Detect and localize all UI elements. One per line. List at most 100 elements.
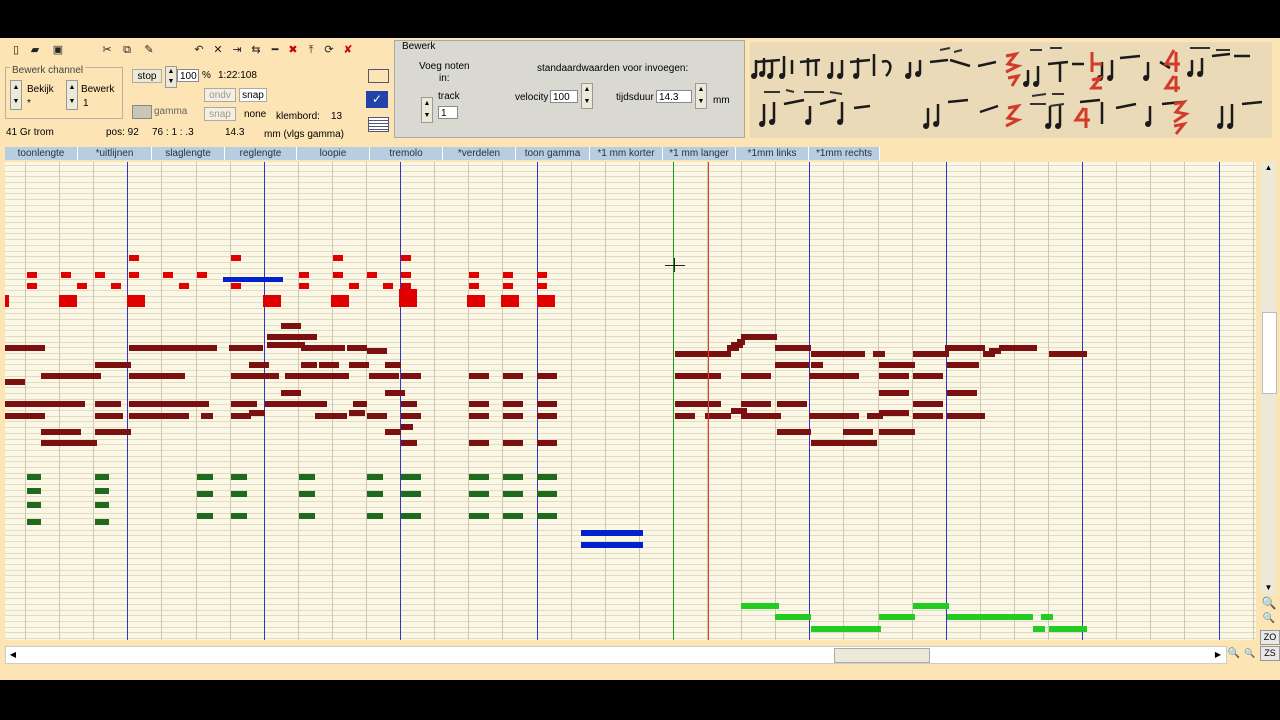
tab-1mm-links[interactable]: *1mm links: [736, 147, 809, 160]
brass-note[interactable]: [319, 345, 345, 351]
velocity-spinner[interactable]: ▲ ▼: [581, 83, 593, 109]
brass-note[interactable]: [129, 413, 189, 419]
woodwind-note[interactable]: [27, 519, 41, 525]
zoom-horizontal-out-icon[interactable]: 🔍: [1243, 648, 1257, 662]
brass-note[interactable]: [469, 413, 489, 419]
tab-loopie[interactable]: loopie: [297, 147, 370, 160]
brass-note[interactable]: [741, 413, 781, 419]
woodwind-note[interactable]: [299, 474, 315, 480]
brass-note[interactable]: [95, 401, 121, 407]
brass-note[interactable]: [809, 413, 859, 419]
brass-note[interactable]: [281, 390, 301, 396]
drum-note[interactable]: [27, 283, 37, 289]
brass-note[interactable]: [281, 323, 301, 329]
drum-note[interactable]: [367, 272, 377, 278]
lead-note[interactable]: [879, 614, 915, 620]
brass-note[interactable]: [537, 401, 557, 407]
brass-note[interactable]: [249, 345, 263, 351]
brass-note[interactable]: [5, 345, 45, 351]
drum-note[interactable]: [163, 272, 173, 278]
brass-note[interactable]: [367, 348, 387, 354]
brass-note[interactable]: [385, 390, 405, 396]
brass-note[interactable]: [231, 373, 251, 379]
brass-note[interactable]: [913, 351, 949, 357]
drum-note[interactable]: [299, 283, 309, 289]
woodwind-note[interactable]: [231, 491, 247, 497]
lead-note[interactable]: [811, 626, 881, 632]
drum-note[interactable]: [383, 283, 393, 289]
track-field[interactable]: 1: [438, 106, 458, 119]
brass-note[interactable]: [947, 390, 977, 396]
brass-note[interactable]: [129, 401, 209, 407]
brass-note[interactable]: [285, 373, 301, 379]
brass-note[interactable]: [775, 362, 809, 368]
zs-button[interactable]: ZS: [1260, 646, 1280, 661]
brass-note[interactable]: [675, 373, 721, 379]
woodwind-note[interactable]: [299, 491, 315, 497]
brass-note[interactable]: [267, 334, 299, 340]
drum-note[interactable]: [503, 272, 513, 278]
drum-note[interactable]: [127, 295, 145, 307]
drum-note[interactable]: [331, 295, 349, 307]
drum-note[interactable]: [231, 255, 241, 261]
brass-note[interactable]: [947, 362, 979, 368]
tab-reglengte[interactable]: reglengte: [225, 147, 297, 160]
selected-note[interactable]: [223, 277, 283, 282]
woodwind-note[interactable]: [401, 491, 421, 497]
brass-note[interactable]: [319, 362, 339, 368]
brass-note[interactable]: [5, 401, 45, 407]
drum-note[interactable]: [5, 295, 9, 307]
woodwind-note[interactable]: [537, 513, 557, 519]
scroll-up-arrow-icon[interactable]: ▲: [1261, 162, 1276, 174]
scroll-right-arrow-icon[interactable]: ▶: [1211, 647, 1225, 663]
woodwind-note[interactable]: [503, 513, 523, 519]
woodwind-note[interactable]: [27, 488, 41, 494]
lead-note[interactable]: [913, 603, 949, 609]
woodwind-note[interactable]: [95, 488, 109, 494]
snap-button[interactable]: snap: [239, 88, 267, 102]
lead-note[interactable]: [1033, 626, 1045, 632]
drum-note[interactable]: [129, 272, 139, 278]
insert-icon[interactable]: ⤒: [304, 43, 318, 57]
gamma-swatch[interactable]: [132, 105, 152, 119]
woodwind-note[interactable]: [503, 491, 523, 497]
brass-note[interactable]: [249, 373, 279, 379]
brass-note[interactable]: [95, 413, 123, 419]
brass-note[interactable]: [879, 362, 915, 368]
woodwind-note[interactable]: [503, 474, 523, 480]
brass-note[interactable]: [401, 440, 417, 446]
drum-note[interactable]: [59, 295, 77, 307]
piano-roll[interactable]: [5, 162, 1256, 640]
duration-spinner[interactable]: ▲ ▼: [695, 83, 707, 109]
brass-note[interactable]: [249, 362, 269, 368]
tab-toon-gamma[interactable]: toon gamma: [516, 147, 590, 160]
drum-note[interactable]: [503, 283, 513, 289]
woodwind-note[interactable]: [401, 474, 421, 480]
select-rect-icon[interactable]: [368, 69, 389, 83]
brass-note[interactable]: [401, 401, 417, 407]
woodwind-note[interactable]: [231, 474, 247, 480]
brass-note[interactable]: [1049, 351, 1087, 357]
brass-note[interactable]: [811, 440, 871, 446]
brass-note[interactable]: [913, 413, 943, 419]
drum-note[interactable]: [129, 255, 139, 261]
velocity-field[interactable]: 100: [550, 90, 578, 103]
brass-note[interactable]: [675, 351, 731, 357]
brass-note[interactable]: [349, 410, 365, 416]
brass-note[interactable]: [401, 373, 421, 379]
brass-note[interactable]: [777, 401, 807, 407]
tab-tremolo[interactable]: tremolo: [370, 147, 443, 160]
horizontal-scroll-thumb[interactable]: [834, 648, 930, 663]
drum-note[interactable]: [61, 272, 71, 278]
delete-icon[interactable]: ✕: [211, 43, 225, 57]
drum-note[interactable]: [467, 295, 485, 307]
brass-note[interactable]: [333, 413, 347, 419]
drum-note[interactable]: [537, 283, 547, 289]
brass-note[interactable]: [41, 440, 97, 446]
drum-note[interactable]: [469, 272, 479, 278]
tab-toonlengte[interactable]: toonlengte: [5, 147, 78, 160]
lead-note[interactable]: [741, 603, 779, 609]
drum-note[interactable]: [179, 283, 189, 289]
brass-note[interactable]: [675, 401, 721, 407]
drum-note[interactable]: [263, 295, 281, 307]
